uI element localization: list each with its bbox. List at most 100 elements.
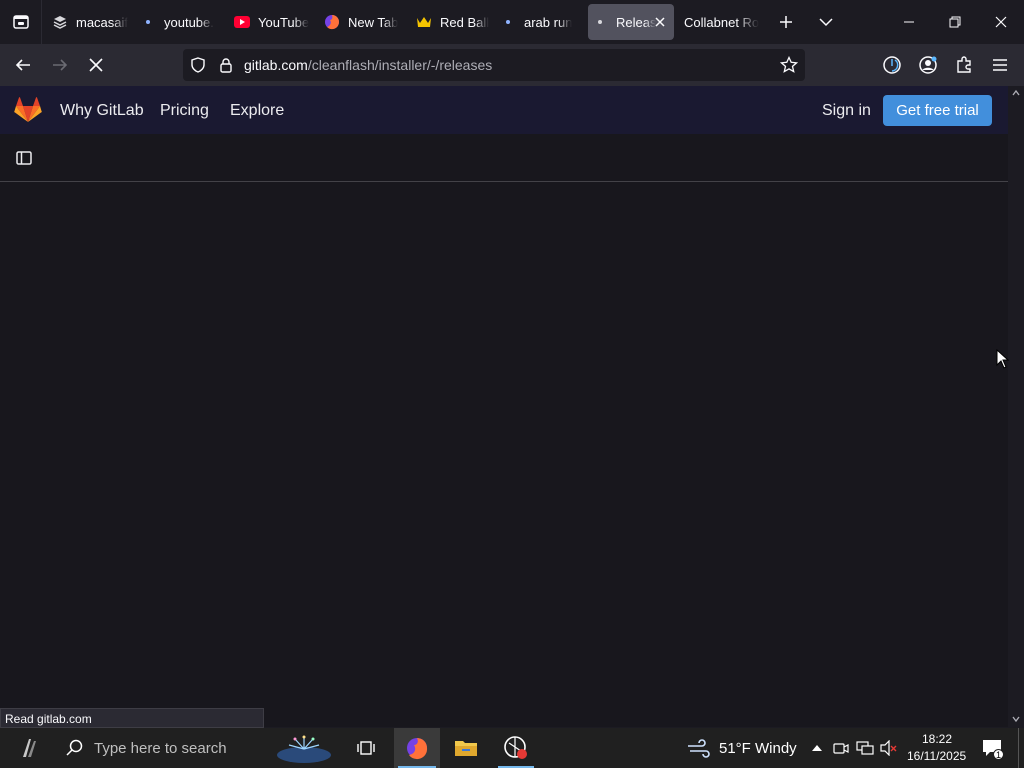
loading-dot-icon <box>140 14 156 30</box>
loading-dot-icon <box>592 14 608 30</box>
weather-description[interactable]: Windy <box>755 740 797 757</box>
close-tab-icon[interactable] <box>652 14 668 30</box>
nav-why-gitlab[interactable]: Why GitLab <box>60 102 144 120</box>
account-button[interactable] <box>913 50 943 80</box>
camera-icon <box>833 743 849 754</box>
page-content: Why GitLab Pricing Explore Sign in Get f… <box>0 86 1008 727</box>
restore-icon <box>949 16 961 28</box>
tab-collabnet[interactable]: Collabnet Ro <box>684 4 768 40</box>
tab-title: youtube. <box>164 14 214 30</box>
menu-button[interactable] <box>985 50 1015 80</box>
address-bar[interactable]: gitlab.com/cleanflash/installer/-/releas… <box>183 49 805 81</box>
account-icon <box>919 56 937 74</box>
meet-now-tray[interactable] <box>831 738 851 758</box>
extension-button[interactable] <box>877 50 907 80</box>
stop-icon <box>89 58 103 72</box>
tab-red-ball[interactable]: Red Ball <box>416 4 494 40</box>
network-tray[interactable] <box>855 738 875 758</box>
stop-loading-button[interactable] <box>81 50 111 80</box>
url-path: /cleanflash/installer/-/releases <box>307 57 493 73</box>
restore-button[interactable] <box>932 0 978 44</box>
chevron-up-icon <box>812 745 822 751</box>
search-icon <box>66 739 83 756</box>
sign-in-link[interactable]: Sign in <box>822 102 871 120</box>
url-text[interactable]: gitlab.com/cleanflash/installer/-/releas… <box>244 57 492 73</box>
minimize-button[interactable] <box>886 0 932 44</box>
firefox-view-button[interactable] <box>0 0 42 44</box>
fireworks-highlight-icon <box>277 735 331 763</box>
page-scrollbar[interactable] <box>1008 86 1024 727</box>
tab-title: Releas <box>616 14 656 30</box>
notification-badge: 1 <box>993 749 1004 760</box>
plus-icon <box>780 16 792 28</box>
close-icon <box>995 16 1007 28</box>
nav-explore[interactable]: Explore <box>230 102 284 120</box>
taskbar-app-circle[interactable] <box>494 728 538 768</box>
puzzle-icon <box>957 56 971 73</box>
shield-icon[interactable] <box>189 56 207 74</box>
tab-youtube[interactable]: YouTube <box>234 4 312 40</box>
tab-youtube-loading[interactable]: youtube. <box>140 4 218 40</box>
tab-arab-run[interactable]: arab run <box>500 4 580 40</box>
gitlab-header: Why GitLab Pricing Explore Sign in Get f… <box>0 86 1008 134</box>
firefox-icon <box>407 738 428 760</box>
volume-tray[interactable] <box>879 738 899 758</box>
navigation-toolbar: gitlab.com/cleanflash/installer/-/releas… <box>0 44 1024 86</box>
back-button[interactable] <box>8 50 38 80</box>
extensions-button[interactable] <box>949 50 979 80</box>
taskbar-firefox[interactable] <box>394 728 440 768</box>
task-view-button[interactable] <box>346 728 386 768</box>
firefox-icon <box>324 14 340 30</box>
taskbar-file-explorer[interactable] <box>444 728 488 768</box>
close-window-button[interactable] <box>978 0 1024 44</box>
minimize-icon <box>904 21 914 23</box>
start-button[interactable] <box>10 728 50 768</box>
get-free-trial-button[interactable]: Get free trial <box>883 95 992 126</box>
url-host: gitlab.com <box>244 57 308 73</box>
bookmark-star-icon[interactable] <box>780 56 798 74</box>
stack-icon <box>52 14 68 30</box>
show-desktop-divider[interactable] <box>1018 728 1019 768</box>
tab-title: macasaif <box>76 14 129 30</box>
chevron-down-icon <box>819 18 833 27</box>
weather-temperature[interactable]: 51°F <box>719 740 751 757</box>
breadcrumb-bar <box>0 134 1008 182</box>
search-highlight-button[interactable] <box>272 728 336 768</box>
tab-releases-active[interactable]: Releas <box>588 4 674 40</box>
recording-app-icon <box>504 736 527 759</box>
sidebar-toggle-icon[interactable] <box>15 149 33 167</box>
search-placeholder: Type here to search <box>94 740 227 757</box>
tab-strip: macasaif youtube. YouTube New Tab Red Ba… <box>0 0 1024 44</box>
status-text: Read gitlab.com <box>0 708 264 728</box>
tab-new-tab[interactable]: New Tab <box>324 4 404 40</box>
hamburger-menu-icon <box>993 59 1007 71</box>
task-view-icon <box>357 741 375 755</box>
clock-time[interactable]: 18:22 <box>922 732 952 746</box>
forward-button[interactable] <box>45 50 75 80</box>
show-hidden-icons-button[interactable] <box>807 738 827 758</box>
list-all-tabs-button[interactable] <box>812 8 840 36</box>
crown-icon <box>416 14 432 30</box>
new-tab-button[interactable] <box>772 8 800 36</box>
notification-center-button[interactable]: 1 <box>982 738 1004 760</box>
tab-macasaif[interactable]: macasaif <box>52 4 132 40</box>
tab-title: Red Ball <box>440 14 490 30</box>
taskbar-search[interactable]: Type here to search <box>52 728 272 768</box>
weather-widget-icon-wrap[interactable] <box>684 728 714 768</box>
nav-pricing[interactable]: Pricing <box>160 102 209 120</box>
gitlab-logo-icon[interactable] <box>14 97 42 123</box>
clock-date[interactable]: 16/11/2025 <box>907 749 966 763</box>
tab-title: YouTube <box>258 14 310 30</box>
firefox-view-icon <box>12 15 29 29</box>
tab-title: Collabnet Ro <box>684 14 760 30</box>
arrow-left-icon <box>15 59 30 71</box>
scroll-down-arrow-icon[interactable] <box>1012 715 1020 723</box>
lock-icon[interactable] <box>217 56 235 74</box>
power-circle-icon <box>883 56 901 74</box>
windows-taskbar: Type here to search 51°F Windy 18:22 16/… <box>0 728 1024 768</box>
loading-dot-icon <box>500 14 516 30</box>
folder-icon <box>455 741 477 756</box>
scroll-up-arrow-icon[interactable] <box>1012 89 1020 97</box>
start-logo-icon <box>23 739 36 757</box>
mouse-cursor-icon <box>996 349 1010 369</box>
